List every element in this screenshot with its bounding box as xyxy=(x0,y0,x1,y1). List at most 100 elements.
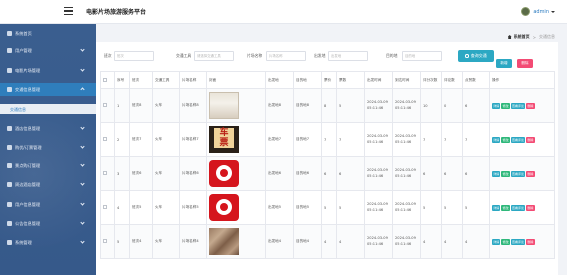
cell-index: 5 xyxy=(114,224,130,259)
cell-likes: 5 xyxy=(462,190,490,225)
cell-from: 出发地8 xyxy=(265,88,294,123)
notice-icon xyxy=(7,221,12,226)
view-comments-button[interactable]: 查看评论 xyxy=(510,204,526,211)
breadcrumb-separator: > xyxy=(532,34,536,40)
column-header[interactable]: 出发地 xyxy=(265,71,294,89)
view-comments-button[interactable]: 查看评论 xyxy=(510,170,526,177)
cell-tickets: 5 xyxy=(336,190,365,225)
menu-toggle-icon[interactable] xyxy=(64,7,73,15)
sidebar-item-hotel[interactable]: 酒店信息管理 xyxy=(0,122,96,135)
search-input-to[interactable]: 目的地 xyxy=(402,51,442,61)
search-form: 班次 班次 交通工具 请选择交通工具 片场名称 片场名称 出发地 出发地 目的地… xyxy=(104,50,554,62)
column-header[interactable]: 评分次数 xyxy=(420,71,442,89)
row-delete-button[interactable]: 删除 xyxy=(526,170,535,177)
delete-button[interactable]: 删除 xyxy=(517,59,533,68)
edit-button[interactable]: 修改 xyxy=(501,204,510,211)
search-input-from[interactable]: 出发地 xyxy=(328,51,368,61)
detail-button[interactable]: 详情 xyxy=(492,204,501,211)
add-button[interactable]: 新增 xyxy=(496,59,512,68)
row-delete-button[interactable]: 删除 xyxy=(526,238,535,245)
sidebar-item-scenic[interactable]: 景点购订管理 xyxy=(0,159,96,172)
user-menu[interactable]: admin xyxy=(521,6,555,17)
edit-button[interactable]: 修改 xyxy=(501,136,510,143)
sidebar-subitem-transport-info[interactable]: 交通信息 xyxy=(0,104,96,114)
cell-from: 出发地7 xyxy=(265,122,294,157)
view-comments-button[interactable]: 查看评论 xyxy=(510,136,526,143)
column-header[interactable]: 到达时间 xyxy=(392,71,421,89)
edit-button[interactable]: 修改 xyxy=(501,102,510,109)
sidebar-item-users[interactable]: 用户管理 xyxy=(0,44,96,57)
column-header[interactable]: 班次 xyxy=(129,71,153,89)
sidebar-item-user-info[interactable]: 用户信息管理 xyxy=(0,198,96,211)
sidebar-item-label: 用户管理 xyxy=(15,47,32,53)
row-checkbox[interactable] xyxy=(100,224,115,259)
top-header: 电影片场旅游服务平台 admin xyxy=(0,0,567,24)
column-header: 操作 xyxy=(489,71,555,89)
detail-button[interactable]: 详情 xyxy=(492,102,501,109)
detail-button[interactable]: 详情 xyxy=(492,170,501,177)
cover-image[interactable] xyxy=(209,228,239,255)
sidebar-item-label: 酒店信息管理 xyxy=(15,125,41,131)
chevron-up-icon xyxy=(80,87,85,92)
search-button[interactable]: 查询交通 xyxy=(458,50,494,62)
cell-venue: 片场名称8 xyxy=(179,88,207,123)
scenic-icon xyxy=(7,163,12,168)
chevron-down-icon[interactable] xyxy=(551,10,555,13)
view-comments-button[interactable]: 查看评论 xyxy=(510,102,526,109)
sidebar-item-home[interactable]: 系统首页 xyxy=(0,27,96,40)
row-delete-button[interactable]: 删除 xyxy=(526,136,535,143)
search-input-venue[interactable]: 片场名称 xyxy=(266,51,306,61)
avatar[interactable] xyxy=(521,7,531,16)
cover-image[interactable] xyxy=(209,92,239,119)
cell-index: 3 xyxy=(114,156,130,191)
view-comments-button[interactable]: 查看评论 xyxy=(510,238,526,245)
sidebar-item-transport[interactable]: 交通信息管理 xyxy=(0,83,96,96)
sidebar-item-notice[interactable]: 公告信息管理 xyxy=(0,217,96,230)
cell-to: 目的地7 xyxy=(293,122,322,157)
cell-cover xyxy=(206,156,266,191)
sidebar-item-ticket[interactable]: 购优/订票管理 xyxy=(0,141,96,154)
cell-venue: 片场名称6 xyxy=(179,156,207,191)
search-input-banci[interactable]: 班次 xyxy=(114,51,154,61)
column-header[interactable]: 评论数 xyxy=(441,71,463,89)
cell-from: 出发地6 xyxy=(265,156,294,191)
cell-index: 1 xyxy=(114,88,130,123)
column-header[interactable]: 封面 xyxy=(206,71,266,89)
column-header[interactable]: 出发时间 xyxy=(364,71,393,89)
column-header[interactable]: 片场名称 xyxy=(179,71,207,89)
column-header[interactable]: 序号 xyxy=(114,71,130,89)
row-checkbox[interactable] xyxy=(100,156,115,191)
user-name[interactable]: admin xyxy=(533,9,549,15)
row-delete-button[interactable]: 删除 xyxy=(526,204,535,211)
row-delete-button[interactable]: 删除 xyxy=(526,102,535,109)
column-header[interactable]: 票价 xyxy=(321,71,337,89)
edit-button[interactable]: 修改 xyxy=(501,170,510,177)
search-select-tool[interactable]: 请选择交通工具 xyxy=(194,51,234,61)
cell-cover xyxy=(206,190,266,225)
cell-tool: 火车 xyxy=(152,88,180,123)
column-header[interactable]: 票数 xyxy=(336,71,365,89)
cell-comments: 4 xyxy=(441,224,463,259)
transport-icon xyxy=(7,87,12,92)
cover-image[interactable] xyxy=(209,160,239,187)
edit-button[interactable]: 修改 xyxy=(501,238,510,245)
sidebar-item-system[interactable]: 系统管理 xyxy=(0,236,96,249)
column-header[interactable]: 目的地 xyxy=(293,71,322,89)
cover-image[interactable] xyxy=(209,126,239,153)
row-checkbox[interactable] xyxy=(100,190,115,225)
breadcrumb-home[interactable]: 系统首页 xyxy=(514,34,530,40)
cover-image[interactable] xyxy=(209,194,239,221)
detail-button[interactable]: 详情 xyxy=(492,136,501,143)
cell-banci: 班次5 xyxy=(129,190,153,225)
cell-index: 2 xyxy=(114,122,130,157)
sidebar-item-film[interactable]: 电影片场管理 xyxy=(0,64,96,77)
row-checkbox[interactable] xyxy=(100,122,115,157)
sidebar-item-nearby-hotel[interactable]: 周边酒店管理 xyxy=(0,178,96,191)
column-header[interactable]: 点赞数 xyxy=(462,71,490,89)
detail-button[interactable]: 详情 xyxy=(492,238,501,245)
cell-arrive: 2024-03-09 05:11:46 xyxy=(392,122,421,157)
select-all-checkbox[interactable] xyxy=(100,71,115,89)
row-checkbox[interactable] xyxy=(100,88,115,123)
column-header[interactable]: 交通工具 xyxy=(152,71,180,89)
chevron-down-icon xyxy=(80,220,85,225)
